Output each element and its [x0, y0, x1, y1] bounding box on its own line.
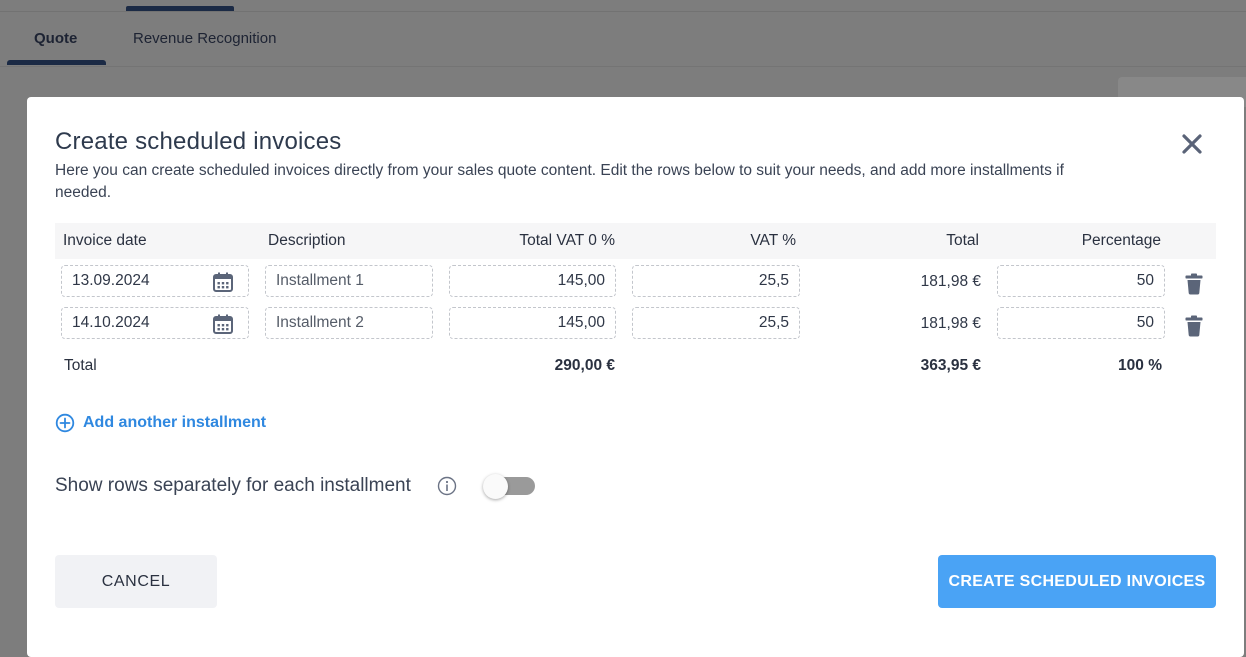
- trash-icon[interactable]: [1184, 315, 1204, 337]
- active-tab-indicator: [7, 60, 106, 65]
- totals-percentage: 100 %: [1118, 357, 1162, 374]
- plus-circle-icon: [55, 413, 75, 433]
- percentage-input[interactable]: [997, 265, 1165, 297]
- header-vat-percent: VAT %: [750, 232, 796, 249]
- background-topbar-accent: [126, 6, 234, 11]
- vat-percent-input[interactable]: [632, 307, 800, 339]
- total-vat0-input[interactable]: [449, 265, 616, 297]
- calendar-icon[interactable]: [212, 271, 234, 293]
- table-header: Invoice date Description Total VAT 0 % V…: [55, 223, 1216, 259]
- row-total: 181,98 €: [920, 273, 981, 290]
- header-description: Description: [268, 232, 346, 249]
- tab-revenue-recognition: Revenue Recognition: [133, 30, 277, 47]
- totals-label: Total: [64, 357, 97, 374]
- totals-total: 363,95 €: [920, 357, 981, 374]
- row-total: 181,98 €: [920, 315, 981, 332]
- description-input[interactable]: [265, 265, 433, 297]
- header-total: Total: [946, 232, 979, 249]
- tab-quote: Quote: [34, 30, 78, 47]
- create-scheduled-invoices-dialog: Create scheduled invoices Here you can c…: [27, 97, 1244, 657]
- close-button[interactable]: [1178, 130, 1206, 158]
- header-invoice-date: Invoice date: [63, 232, 147, 249]
- info-icon[interactable]: [437, 476, 457, 496]
- header-percentage: Percentage: [1081, 232, 1161, 249]
- show-rows-label: Show rows separately for each installmen…: [55, 475, 411, 496]
- cancel-button[interactable]: CANCEL: [55, 555, 217, 608]
- create-scheduled-invoices-button[interactable]: CREATE SCHEDULED INVOICES: [938, 555, 1216, 608]
- header-total-vat0: Total VAT 0 %: [519, 232, 615, 249]
- dialog-subtitle: Here you can create scheduled invoices d…: [55, 162, 1064, 201]
- dialog-title: Create scheduled invoices: [55, 128, 342, 155]
- description-input[interactable]: [265, 307, 433, 339]
- calendar-icon[interactable]: [212, 313, 234, 335]
- total-vat0-input[interactable]: [449, 307, 616, 339]
- totals-vat0: 290,00 €: [554, 357, 615, 374]
- show-rows-toggle[interactable]: [483, 474, 537, 500]
- add-installment-label: Add another installment: [83, 414, 267, 431]
- trash-icon[interactable]: [1184, 273, 1204, 295]
- percentage-input[interactable]: [997, 307, 1165, 339]
- vat-percent-input[interactable]: [632, 265, 800, 297]
- toggle-knob: [483, 474, 508, 499]
- close-icon: [1182, 134, 1202, 154]
- add-installment-link[interactable]: Add another installment: [55, 412, 266, 434]
